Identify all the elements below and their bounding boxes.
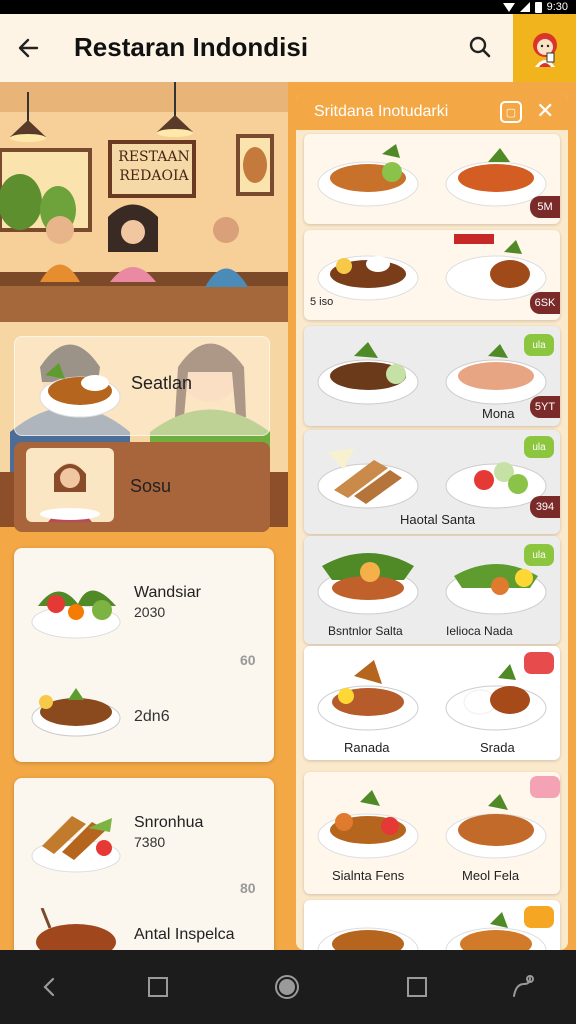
dish-card[interactable]: Ranada Srada <box>304 646 560 760</box>
menu-item-title: Snronhua <box>134 814 204 831</box>
dish-label: Sialnta Fens <box>332 868 405 883</box>
dish-card[interactable]: Sialnta Fens Meol Fela <box>304 772 560 894</box>
dish-image <box>317 912 547 950</box>
dish-card[interactable]: 5M <box>304 134 560 224</box>
profile-avatar-button[interactable] <box>513 14 576 82</box>
battery-icon <box>534 1 542 13</box>
nav-recents-icon <box>407 977 427 997</box>
dish-card[interactable]: 5 iso 6SK <box>304 230 560 320</box>
overlay-card-label: Seatlan <box>131 373 193 393</box>
price-tag: 394 <box>530 496 560 518</box>
diner-thumbnail <box>26 448 114 522</box>
dish-card[interactable]: ula Mona 5YT <box>304 326 560 426</box>
dish-image <box>31 816 121 873</box>
dish-label: Srada <box>480 740 515 755</box>
dish-image <box>317 660 547 731</box>
menu-item-title: Antal Inspelca <box>134 926 235 943</box>
nav-home-icon <box>275 975 299 999</box>
avatar-icon <box>532 33 557 67</box>
nav-back-button[interactable] <box>34 972 64 1002</box>
status-bar: 9:30 <box>0 0 576 14</box>
close-icon[interactable]: ✕ <box>536 98 554 124</box>
menu-item-title: Wandsiar <box>134 584 201 601</box>
dish-overlay-card[interactable]: Sosu <box>14 442 270 532</box>
app-bar: Restaran Indondisi <box>0 14 576 82</box>
status-badge <box>524 652 554 674</box>
menu-item-price: 7380 <box>134 834 166 850</box>
dish-card[interactable]: ula Bsntnlor Salta Ielioca Nada <box>304 536 560 644</box>
menu-item-price: 2030 <box>134 604 166 620</box>
price-tag: 5M <box>530 196 560 218</box>
signal-icon <box>519 2 530 12</box>
dish-label: Ranada <box>344 740 390 755</box>
overlay-card-label: Sosu <box>130 476 172 496</box>
restaurant-sign-line: RESTAAN <box>118 149 190 165</box>
restaurant-sign-line: REDAOIA <box>119 168 189 184</box>
status-badge: ula <box>524 334 554 356</box>
nav-home-button[interactable] <box>272 972 302 1002</box>
dish-image <box>317 234 547 301</box>
dish-card[interactable] <box>304 900 560 950</box>
dish-image <box>36 908 116 950</box>
left-column: RESTAAN REDAOIA Seatlan Sosu Wandsiar 20… <box>0 82 288 950</box>
status-time: 9:30 <box>546 1 568 13</box>
dish-label: Mona <box>482 406 515 421</box>
search-button[interactable] <box>460 28 500 68</box>
panel-title: Sritdana Inotudarki <box>314 103 449 120</box>
status-badge: ula <box>524 544 554 566</box>
menu-card[interactable]: Snronhua 7380 80 Antal Inspelca <box>14 778 274 950</box>
status-badge <box>524 906 554 928</box>
back-arrow-icon <box>18 38 39 58</box>
nav-square-button[interactable] <box>143 972 173 1002</box>
status-badge <box>530 776 560 798</box>
dish-image <box>317 342 547 405</box>
dish-image <box>31 688 121 737</box>
search-icon <box>469 36 491 58</box>
nav-gesture-icon <box>513 975 534 997</box>
dish-card[interactable]: ula Haotal Santa 394 <box>304 430 560 534</box>
dish-image <box>31 590 121 639</box>
dish-image <box>39 363 121 418</box>
menu-item-price: 2dn6 <box>134 708 170 725</box>
menu-item-count: 80 <box>240 880 256 896</box>
page-title: Restaran Indondisi <box>74 32 309 62</box>
dish-label: Haotal Santa <box>400 512 476 527</box>
dish-image <box>317 144 547 207</box>
dish-list-panel: Sritdana Inotudarki ▢ ✕ 5M 5 iso 6SK ula… <box>296 94 568 950</box>
back-button[interactable] <box>8 28 48 68</box>
menu-card[interactable]: Wandsiar 2030 60 2dn6 <box>14 548 274 762</box>
price-tag: 5YT <box>530 396 560 418</box>
wifi-icon <box>502 2 515 12</box>
nav-back-icon <box>43 977 55 997</box>
nav-extra-button[interactable] <box>508 972 538 1002</box>
receipt-icon[interactable]: ▢ <box>500 101 522 123</box>
dish-label: Bsntnlor Salta <box>328 624 403 638</box>
dish-overlay-card[interactable]: Seatlan <box>14 336 270 436</box>
price-tag: 6SK <box>530 292 560 314</box>
dish-label: Ielioca Nada <box>446 624 513 638</box>
menu-item-count: 60 <box>240 652 256 668</box>
dish-label: Meol Fela <box>462 868 520 883</box>
panel-header: Sritdana Inotudarki ▢ ✕ <box>296 94 568 130</box>
dish-label: 5 iso <box>310 296 334 308</box>
system-nav-bar <box>0 950 576 1024</box>
status-badge: ula <box>524 436 554 458</box>
content-area: RESTAAN REDAOIA Seatlan Sosu Wandsiar 20… <box>0 82 576 950</box>
nav-recents-button[interactable] <box>402 972 432 1002</box>
